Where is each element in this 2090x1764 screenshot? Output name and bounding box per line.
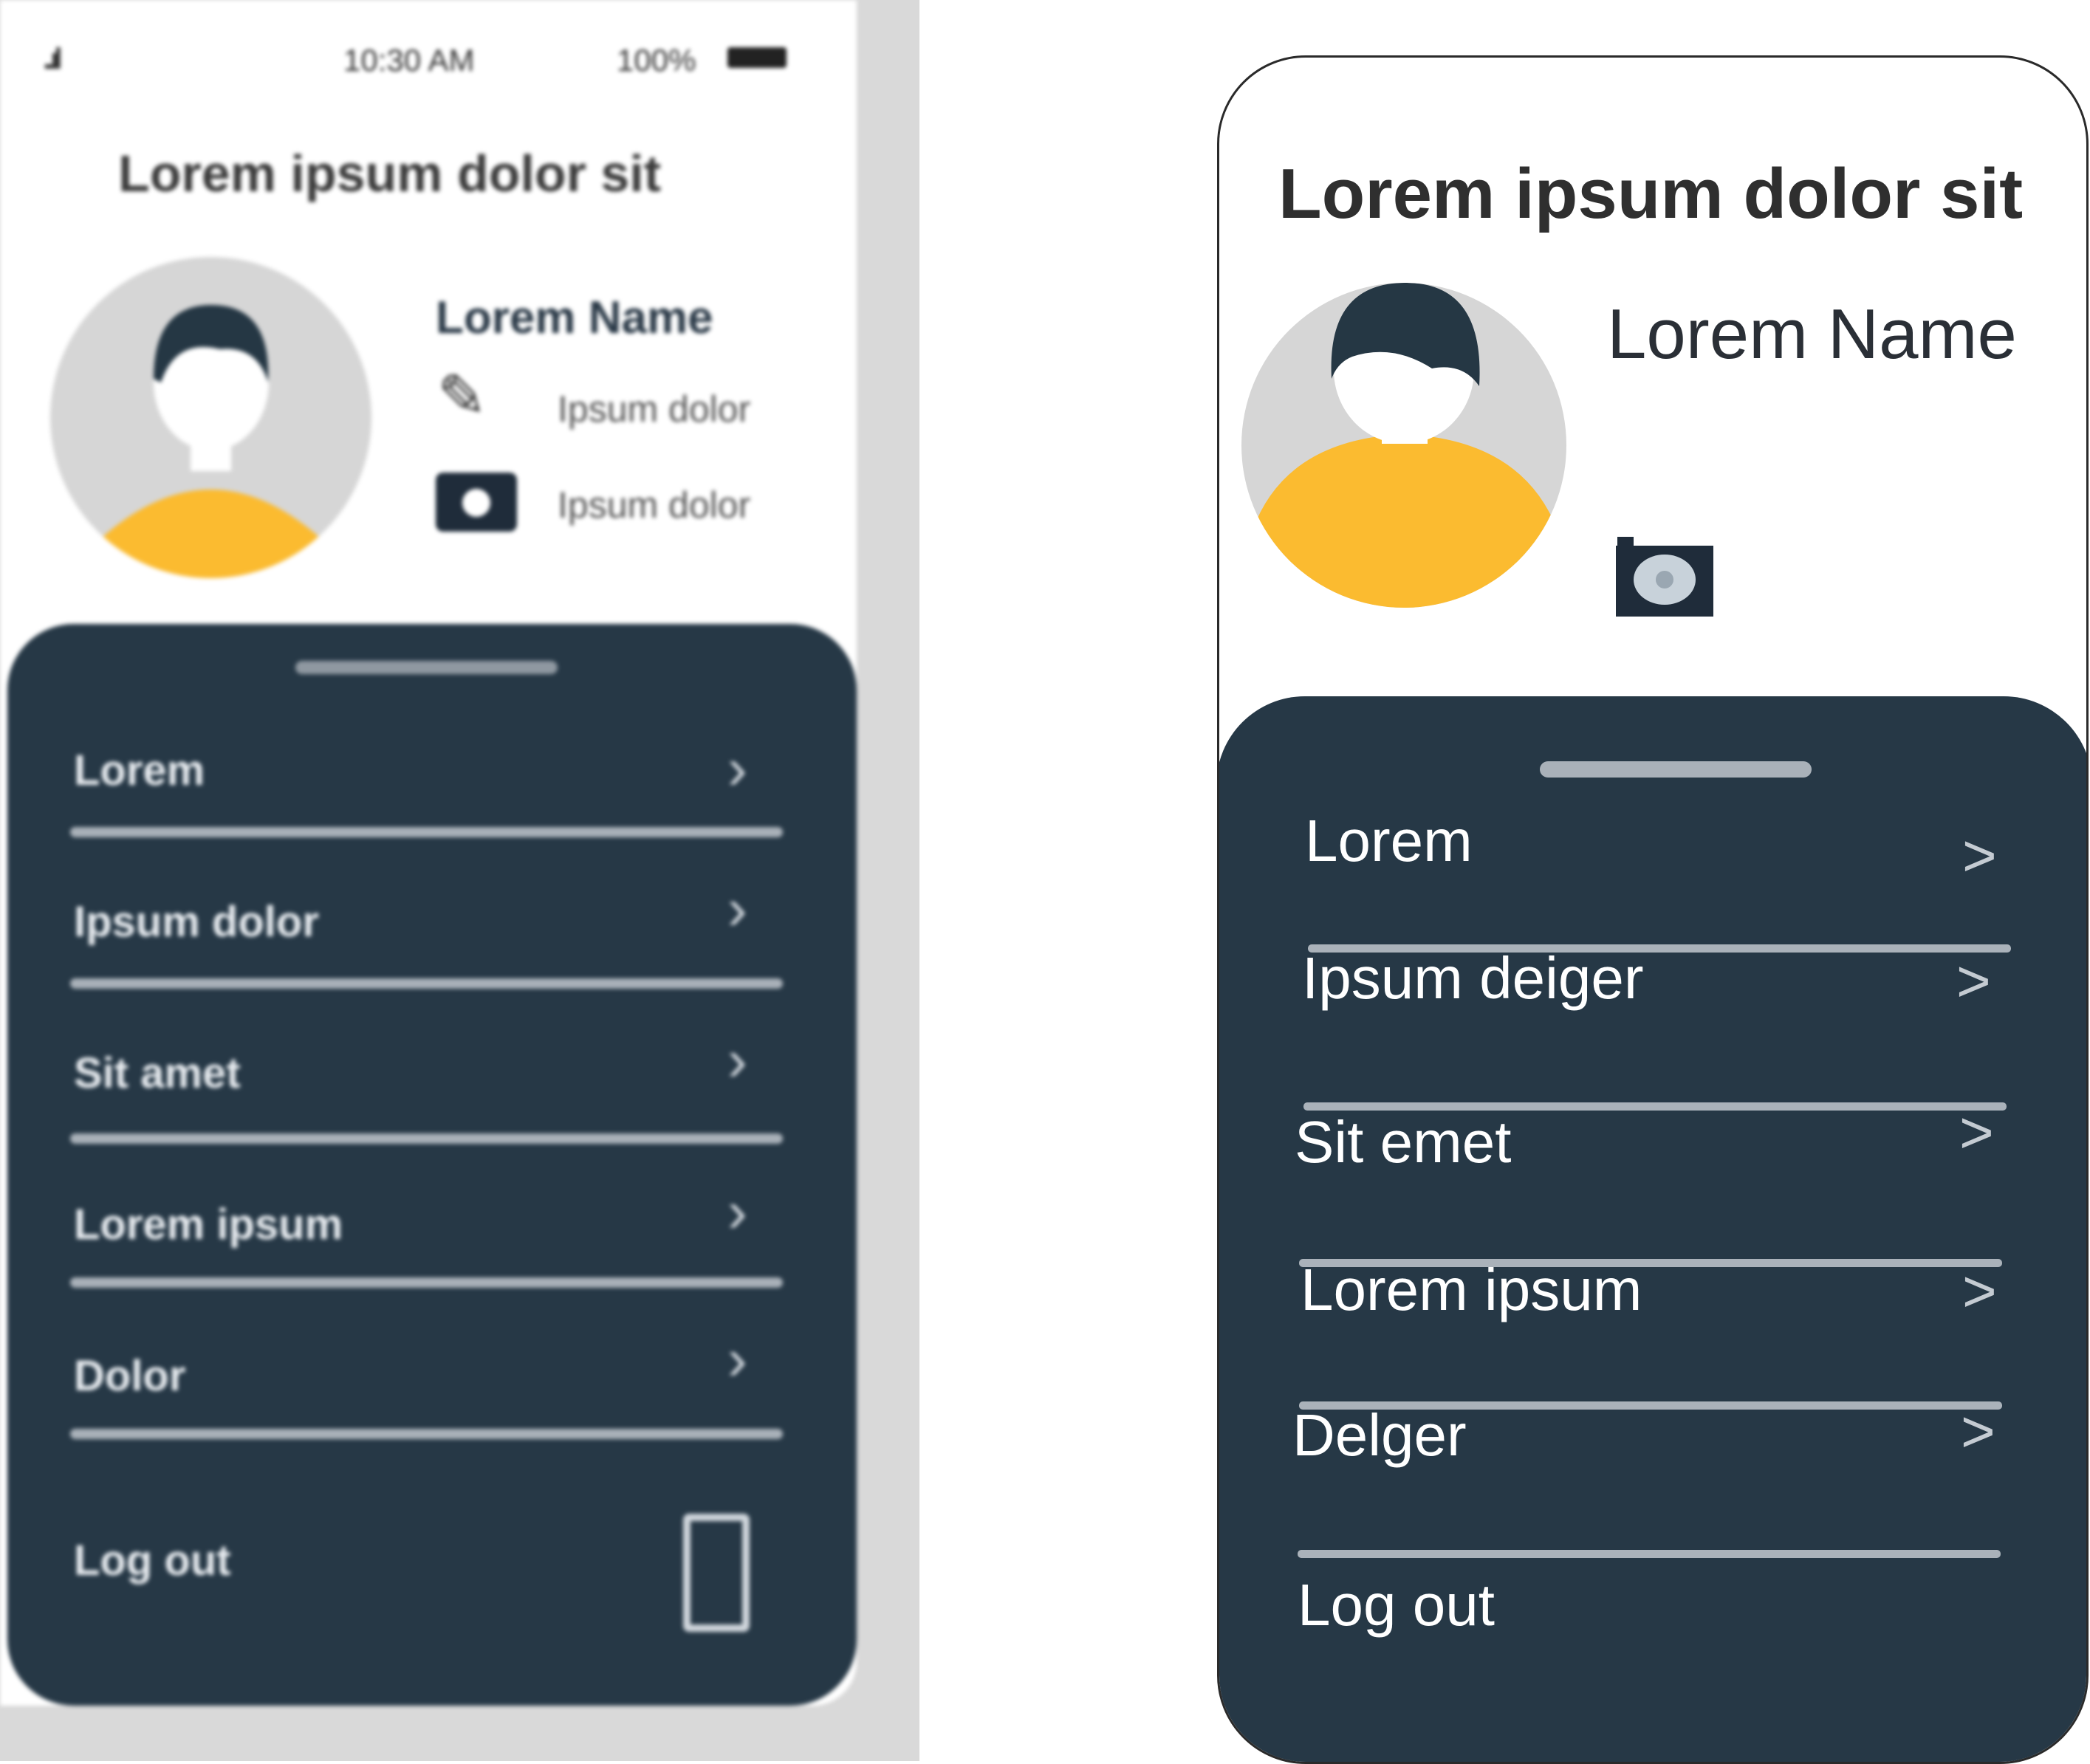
menu-item-label[interactable]: Lorem [74,746,205,795]
person-icon [102,305,320,578]
edit-icon[interactable]: ✎ [437,362,487,430]
page-title: Lorem ipsum dolor sit [118,145,662,202]
chevron-right-icon: › [727,1178,747,1244]
menu-divider [70,1133,783,1144]
chevron-right-icon: › [727,1027,747,1093]
menu-divider [1298,1550,2001,1558]
menu-item-ipsum-deiger[interactable]: Ipsum deiger [1302,944,1643,1012]
chevron-right-icon: > [1962,823,1997,888]
menu-item-label[interactable]: Lorem ipsum [74,1200,343,1249]
menu-divider [70,827,783,837]
chevron-right-icon: › [727,735,747,801]
battery-icon [727,47,787,68]
chevron-right-icon: › [727,1326,747,1392]
drag-handle[interactable] [295,661,558,674]
menu-divider [70,978,783,989]
chevron-right-icon: > [1962,1258,1997,1324]
logout-label[interactable]: Log out [74,1536,231,1585]
phone-frame: Lorem ipsum dolor sit Lorem Name Lorem >… [1217,55,2089,1764]
status-bar: ..ıl 10:30 AM 100% [0,37,857,81]
person-icon [1241,283,1566,608]
reference-phone-mockup: ..ıl 10:30 AM 100% Lorem ipsum dolor sit… [0,0,857,1706]
menu-item-delger[interactable]: Delger [1292,1401,1467,1469]
avatar[interactable] [50,257,371,578]
avatar[interactable] [1241,283,1566,608]
profile-name: Lorem Name [1607,295,2017,374]
edit-label: Ipsum dolor [558,388,751,430]
status-battery-text: 100% [617,43,696,78]
camera-icon[interactable] [436,473,517,532]
menu-item-label[interactable]: Ipsum dolor [74,897,319,947]
drag-handle[interactable] [1540,761,1812,778]
menu-divider [70,1429,783,1439]
chevron-right-icon: > [1961,1398,1995,1464]
status-time: 10:30 AM [343,43,475,78]
menu-sheet: Lorem › Ipsum dolor › Sit amet › Lorem i… [7,624,857,1706]
chevron-right-icon: > [1959,1099,1994,1165]
chevron-right-icon: > [1956,948,1991,1014]
menu-item-sit-emet[interactable]: Sit emet [1295,1108,1511,1176]
profile-name: Lorem Name [436,292,713,343]
camera-label: Ipsum dolor [558,484,751,526]
menu-sheet: Lorem > Ipsum deiger > Sit emet > Lorem … [1219,696,2086,1762]
chevron-right-icon: › [727,876,747,941]
page-title: Lorem ipsum dolor sit [1278,154,2024,233]
menu-item-lorem[interactable]: Lorem [1305,807,1473,875]
menu-divider [70,1277,783,1288]
menu-item-label[interactable]: Dolor [74,1351,185,1401]
menu-item-label[interactable]: Sit amet [74,1049,241,1098]
logout-icon[interactable] [683,1514,750,1632]
logout-button[interactable]: Log out [1298,1571,1495,1639]
camera-icon[interactable] [1616,535,1716,617]
signal-icon: ..ıl [43,43,63,75]
menu-item-lorem-ipsum[interactable]: Lorem ipsum [1301,1256,1642,1324]
